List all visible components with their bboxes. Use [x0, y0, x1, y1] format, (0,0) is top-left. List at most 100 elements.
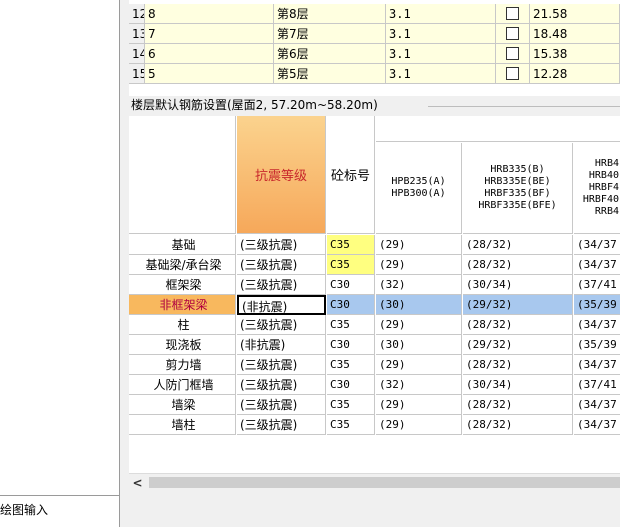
- hpb-anchorage[interactable]: (29): [376, 255, 462, 275]
- hrb335-anchorage[interactable]: (29/32): [463, 335, 573, 355]
- header-hrb400[interactable]: HRB4 HRB40 HRBF4 HRBF40 RRB4: [574, 143, 620, 234]
- hrb335-anchorage[interactable]: (28/32): [463, 235, 573, 255]
- concrete-grade[interactable]: C35: [327, 395, 375, 415]
- hrb400-anchorage[interactable]: (34/37: [574, 315, 620, 335]
- hrb335-anchorage[interactable]: (30/34): [463, 375, 573, 395]
- seismic-level[interactable]: (三级抗震): [237, 355, 326, 375]
- seismic-level[interactable]: (三级抗震): [237, 415, 326, 435]
- component-name[interactable]: 非框架梁: [129, 295, 236, 315]
- seismic-level[interactable]: (三级抗震): [237, 395, 326, 415]
- hrb335-anchorage[interactable]: (28/32): [463, 315, 573, 335]
- concrete-grade[interactable]: C30: [327, 375, 375, 395]
- hpb-anchorage[interactable]: (30): [376, 295, 462, 315]
- floor-elevation: 12.28: [530, 64, 620, 84]
- hrb335-anchorage[interactable]: (28/32): [463, 355, 573, 375]
- component-name[interactable]: 基础: [129, 235, 236, 255]
- checkbox[interactable]: [506, 67, 519, 80]
- component-name[interactable]: 剪力墙: [129, 355, 236, 375]
- hrb335-anchorage[interactable]: (28/32): [463, 395, 573, 415]
- rebar-row[interactable]: 基础梁/承台梁 (三级抗震) C35 (29) (28/32) (34/37: [129, 255, 620, 275]
- section-title: 楼层默认钢筋设置(屋面2, 57.20m~58.20m): [131, 98, 378, 112]
- hpb-anchorage[interactable]: (29): [376, 415, 462, 435]
- seismic-level[interactable]: (三级抗震): [237, 375, 326, 395]
- component-name[interactable]: 墙梁: [129, 395, 236, 415]
- hrb335-anchorage[interactable]: (29/32): [463, 295, 573, 315]
- rebar-row[interactable]: 柱 (三级抗震) C35 (29) (28/32) (34/37: [129, 315, 620, 335]
- hrb400-anchorage[interactable]: (34/37: [574, 355, 620, 375]
- floor-row[interactable]: 137第7层3.1 18.48: [129, 24, 620, 44]
- concrete-grade[interactable]: C35: [327, 355, 375, 375]
- hpb-anchorage[interactable]: (32): [376, 275, 462, 295]
- component-name[interactable]: 墙柱: [129, 415, 236, 435]
- checkbox[interactable]: [506, 47, 519, 60]
- floor-code: 7: [145, 24, 274, 44]
- seismic-level[interactable]: (非抗震): [237, 295, 326, 315]
- concrete-grade[interactable]: C35: [327, 255, 375, 275]
- hrb400-anchorage[interactable]: (34/37: [574, 395, 620, 415]
- seismic-level[interactable]: (三级抗震): [237, 255, 326, 275]
- hrb400-anchorage[interactable]: (37/41: [574, 275, 620, 295]
- checkbox[interactable]: [506, 7, 519, 20]
- component-name[interactable]: 现浇板: [129, 335, 236, 355]
- floor-row[interactable]: 155第5层3.1 12.28: [129, 64, 620, 84]
- concrete-grade[interactable]: C30: [327, 295, 375, 315]
- hrb335-anchorage[interactable]: (28/32): [463, 255, 573, 275]
- hpb-anchorage[interactable]: (32): [376, 375, 462, 395]
- concrete-grade[interactable]: C30: [327, 335, 375, 355]
- scroll-left-button[interactable]: <: [129, 474, 146, 491]
- floor-checkbox[interactable]: [496, 44, 530, 64]
- header-hpb-line1: HPB235(A): [391, 176, 446, 187]
- rebar-row[interactable]: 剪力墙 (三级抗震) C35 (29) (28/32) (34/37: [129, 355, 620, 375]
- rebar-row[interactable]: 基础 (三级抗震) C35 (29) (28/32) (34/37: [129, 235, 620, 255]
- seismic-level[interactable]: (三级抗震): [237, 275, 326, 295]
- header-hrb400-line3: HRBF4: [588, 182, 619, 193]
- component-name[interactable]: 人防门框墙: [129, 375, 236, 395]
- rebar-row[interactable]: 墙梁 (三级抗震) C35 (29) (28/32) (34/37: [129, 395, 620, 415]
- rebar-row[interactable]: 现浇板 (非抗震) C30 (30) (29/32) (35/39: [129, 335, 620, 355]
- concrete-grade[interactable]: C35: [327, 315, 375, 335]
- floor-checkbox[interactable]: [496, 64, 530, 84]
- hrb400-anchorage[interactable]: (34/37: [574, 235, 620, 255]
- hrb400-anchorage[interactable]: (35/39: [574, 295, 620, 315]
- concrete-grade[interactable]: C30: [327, 275, 375, 295]
- hrb400-anchorage[interactable]: (34/37: [574, 255, 620, 275]
- checkbox[interactable]: [506, 27, 519, 40]
- concrete-grade[interactable]: C35: [327, 415, 375, 435]
- floor-table: 128第8层3.121.58137第7层3.118.48146第6层3.115.…: [129, 0, 620, 96]
- left-panel: [0, 0, 120, 527]
- hpb-anchorage[interactable]: (29): [376, 395, 462, 415]
- floor-checkbox[interactable]: [496, 4, 530, 24]
- hrb335-anchorage[interactable]: (28/32): [463, 415, 573, 435]
- floor-row[interactable]: 128第8层3.1 21.58: [129, 4, 620, 24]
- hrb400-anchorage[interactable]: (35/39: [574, 335, 620, 355]
- hrb400-anchorage[interactable]: (37/41: [574, 375, 620, 395]
- component-name[interactable]: 基础梁/承台梁: [129, 255, 236, 275]
- floor-row[interactable]: 146第6层3.1 15.38: [129, 44, 620, 64]
- seismic-level[interactable]: (三级抗震): [237, 235, 326, 255]
- rebar-row[interactable]: 人防门框墙 (三级抗震) C30 (32) (30/34) (37/41: [129, 375, 620, 395]
- rebar-row[interactable]: 非框架梁 (非抗震) C30 (30) (29/32) (35/39: [129, 295, 620, 315]
- component-name[interactable]: 框架梁: [129, 275, 236, 295]
- rebar-row[interactable]: 墙柱 (三级抗震) C35 (29) (28/32) (34/37: [129, 415, 620, 435]
- hpb-anchorage[interactable]: (29): [376, 235, 462, 255]
- hpb-anchorage[interactable]: (29): [376, 355, 462, 375]
- horizontal-scrollbar[interactable]: <: [129, 473, 620, 490]
- hrb400-anchorage[interactable]: (34/37: [574, 415, 620, 435]
- drawing-input-tab[interactable]: 绘图输入: [0, 500, 120, 520]
- header-hpb[interactable]: HPB235(A) HPB300(A): [376, 143, 462, 234]
- rebar-row[interactable]: 框架梁 (三级抗震) C30 (32) (30/34) (37/41: [129, 275, 620, 295]
- scroll-thumb[interactable]: [149, 477, 620, 488]
- header-seismic[interactable]: 抗震等级: [237, 116, 326, 234]
- concrete-grade[interactable]: C35: [327, 235, 375, 255]
- seismic-level[interactable]: (非抗震): [237, 335, 326, 355]
- hrb335-anchorage[interactable]: (30/34): [463, 275, 573, 295]
- header-concrete[interactable]: 砼标号: [327, 116, 375, 234]
- floor-checkbox[interactable]: [496, 24, 530, 44]
- header-hrb335[interactable]: HRB335(B) HRB335E(BE) HRBF335(BF) HRBF33…: [463, 143, 573, 234]
- seismic-level[interactable]: (三级抗震): [237, 315, 326, 335]
- component-name[interactable]: 柱: [129, 315, 236, 335]
- hpb-anchorage[interactable]: (30): [376, 335, 462, 355]
- header-seismic-label: 抗震等级: [254, 169, 307, 184]
- hpb-anchorage[interactable]: (29): [376, 315, 462, 335]
- header-hrb400-line4: HRBF40: [582, 194, 619, 205]
